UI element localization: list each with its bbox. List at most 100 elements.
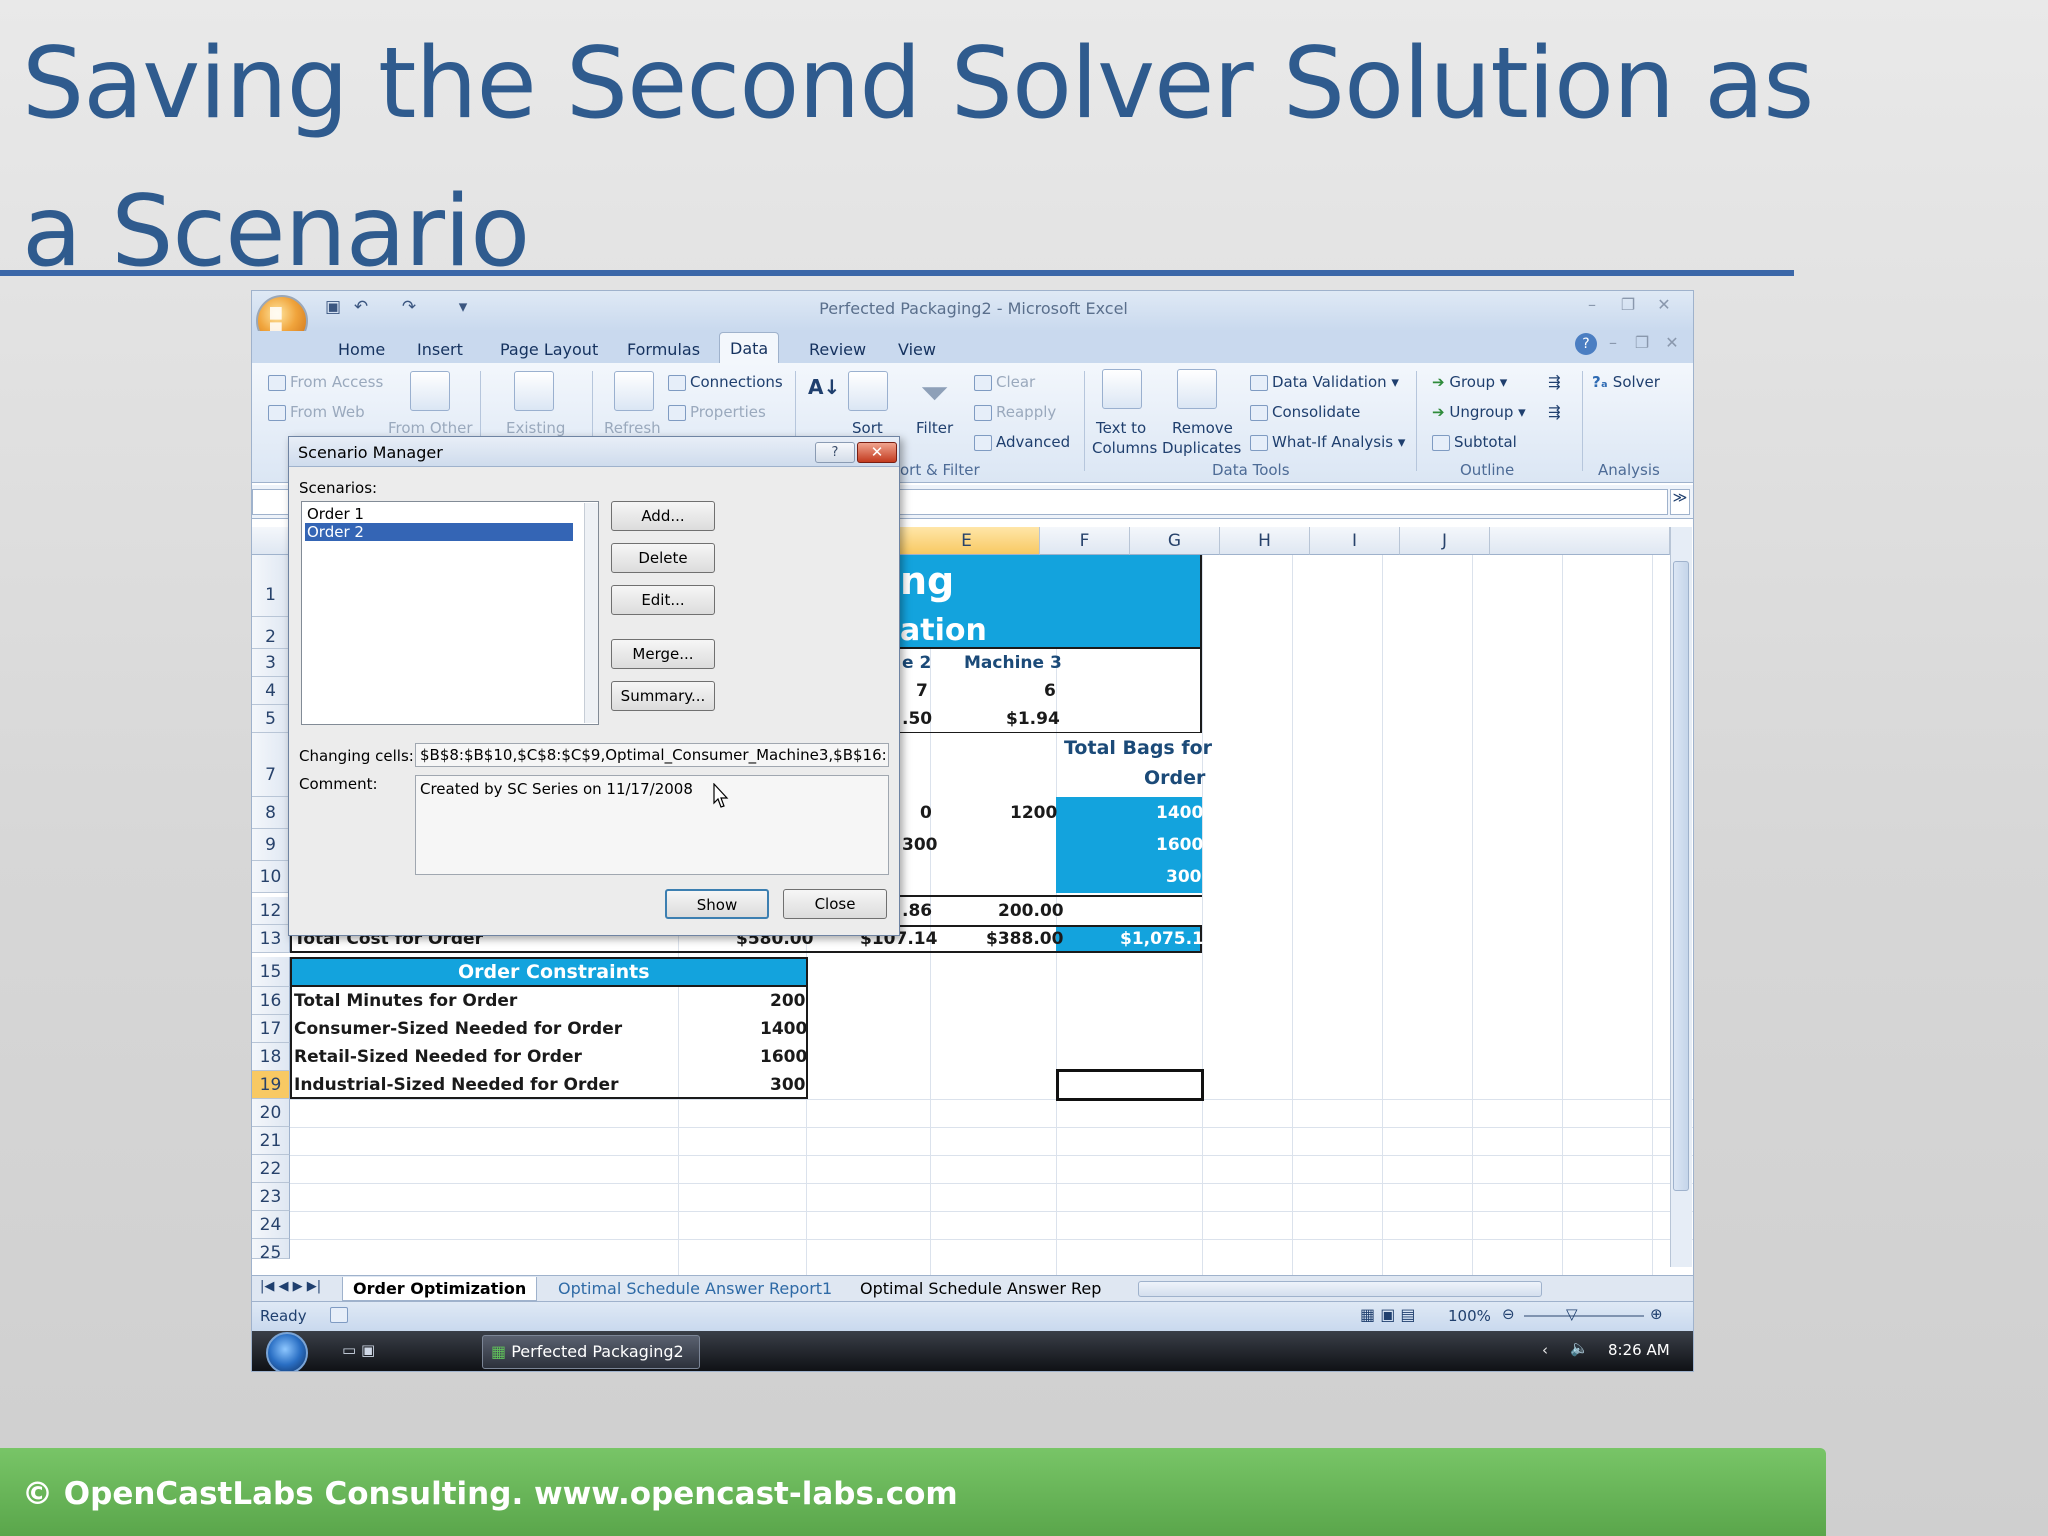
save-icon[interactable]: ▣ [322,297,344,323]
tab-page-layout[interactable]: Page Layout [490,337,608,363]
formula-expand-icon[interactable]: ≫ [1670,489,1690,515]
show-detail-icon[interactable]: ⇶ [1548,373,1561,391]
row-header[interactable]: 8 [252,797,290,829]
add-button[interactable]: Add... [611,501,715,531]
row-header[interactable]: 7 [252,733,290,797]
row-header-selected[interactable]: 19 [252,1071,290,1099]
hide-detail-icon[interactable]: ⇶ [1548,403,1561,421]
from-web-button[interactable]: From Web [268,403,365,421]
row-header[interactable]: 1 [252,555,290,617]
row-header[interactable]: 9 [252,829,290,861]
column-header-j[interactable]: J [1400,527,1490,555]
remove-duplicates-line1[interactable]: Remove [1172,419,1233,437]
dialog-close-icon[interactable]: ✕ [857,442,897,463]
cell-value[interactable]: 300 [902,835,938,855]
customize-qat-icon[interactable]: ▾ [452,297,474,323]
volume-icon[interactable]: 🔈 [1570,1339,1589,1357]
constraint-value[interactable]: 1600 [760,1047,807,1067]
scenarios-list-scrollbar[interactable] [584,503,598,723]
horizontal-scrollbar[interactable] [1138,1281,1542,1297]
total-cost-machine3[interactable]: $388.00 [986,929,1063,949]
minimize-icon[interactable]: – [1577,295,1607,319]
zoom-slider-thumb-icon[interactable]: ▽ [1566,1305,1578,1323]
total-bags-industrial[interactable]: 300 [1166,867,1202,887]
constraint-value[interactable]: 1400 [760,1019,807,1039]
row-header[interactable]: 2 [252,617,290,649]
ungroup-button[interactable]: ➔ Ungroup ▾ [1432,403,1526,421]
row-header[interactable]: 16 [252,987,290,1015]
reapply-button[interactable]: Reapply [974,403,1056,421]
scenarios-list[interactable]: Order 1 Order 2 [301,501,599,725]
connections-button[interactable]: Connections [668,373,783,391]
sheet-tab-answer-report1[interactable]: Optimal Schedule Answer Report1 [548,1277,842,1301]
row-header[interactable]: 17 [252,1015,290,1043]
row-header[interactable]: 15 [252,957,290,987]
total-bags-consumer[interactable]: 1400 [1156,803,1203,823]
zoom-level[interactable]: 100% [1448,1307,1491,1325]
cell-value[interactable]: 200.00 [998,901,1064,921]
comment-field[interactable]: Created by SC Series on 11/17/2008 [415,775,889,875]
constraint-value[interactable]: 300 [770,1075,806,1095]
column-header-i[interactable]: I [1310,527,1400,555]
column-header-e[interactable]: E [894,527,1040,555]
properties-button[interactable]: Properties [668,403,766,421]
existing-button[interactable]: Existing [506,419,565,437]
sheet-tab-order-optimization[interactable]: Order Optimization [342,1277,538,1301]
cell-value[interactable]: $1.94 [1006,709,1060,729]
show-button[interactable]: Show [665,889,769,919]
row-header[interactable]: 24 [252,1211,290,1239]
row-header[interactable]: 4 [252,677,290,705]
solver-button[interactable]: ?ₐ Solver [1592,373,1660,391]
subtotal-button[interactable]: Subtotal [1432,433,1517,451]
remove-duplicates-line2[interactable]: Duplicates [1162,439,1241,457]
taskbar-excel-button[interactable]: ▦ Perfected Packaging2 [482,1335,700,1369]
tab-home[interactable]: Home [328,337,395,363]
filter-button[interactable]: Filter [916,419,953,437]
vertical-scroll-thumb[interactable] [1673,561,1689,1191]
row-header[interactable]: 22 [252,1155,290,1183]
column-header-g[interactable]: G [1130,527,1220,555]
row-header[interactable]: 3 [252,649,290,677]
edit-button[interactable]: Edit... [611,585,715,615]
scenario-item-order-2[interactable]: Order 2 [305,523,573,541]
select-all-corner[interactable] [252,527,290,555]
tray-chevron-icon[interactable]: ‹ [1542,1341,1548,1359]
summary-button[interactable]: Summary... [611,681,715,711]
merge-button[interactable]: Merge... [611,639,715,669]
from-access-button[interactable]: From Access [268,373,383,391]
cell-value[interactable]: 6 [1044,681,1056,701]
tab-review[interactable]: Review [799,337,876,363]
total-cost-overall[interactable]: $1,075.14 [1120,929,1216,949]
help-icon[interactable]: ? [1575,333,1597,355]
redo-icon[interactable]: ↷ [398,297,420,323]
column-header-f[interactable]: F [1040,527,1130,555]
row-header[interactable]: 23 [252,1183,290,1211]
group-button[interactable]: ➔ Group ▾ [1432,373,1507,391]
from-other-button[interactable]: From Other [388,419,473,437]
row-header[interactable]: 20 [252,1099,290,1127]
zoom-in-icon[interactable]: ⊕ [1650,1305,1663,1323]
macro-record-icon[interactable] [330,1307,348,1323]
zoom-slider[interactable] [1524,1315,1644,1317]
refresh-button[interactable]: Refresh [604,419,661,437]
ribbon-restore-icon[interactable]: ❐ [1627,333,1657,357]
advanced-button[interactable]: Advanced [974,433,1070,451]
total-bags-retail[interactable]: 1600 [1156,835,1203,855]
cell-value[interactable]: .50 [902,709,932,729]
show-desktop-icon[interactable]: ▭ ▣ [342,1341,375,1359]
tab-view[interactable]: View [888,337,946,363]
row-header[interactable]: 5 [252,705,290,733]
dialog-help-icon[interactable]: ? [815,442,855,463]
zoom-out-icon[interactable]: ⊖ [1502,1305,1515,1323]
row-header[interactable]: 12 [252,897,290,925]
constraint-value[interactable]: 200 [770,991,806,1011]
data-validation-button[interactable]: Data Validation ▾ [1250,373,1399,391]
what-if-analysis-button[interactable]: What-If Analysis ▾ [1250,433,1405,451]
tab-formulas[interactable]: Formulas [617,337,710,363]
sheet-nav-arrows-icon[interactable]: |◀ ◀ ▶ ▶| [260,1279,321,1294]
ribbon-minimize-icon[interactable]: – [1598,333,1628,357]
restore-icon[interactable]: ❐ [1613,295,1643,319]
sort-button[interactable]: Sort [852,419,883,437]
sort-ascending-icon[interactable]: A↓ [808,375,840,399]
close-window-icon[interactable]: ✕ [1649,295,1679,319]
